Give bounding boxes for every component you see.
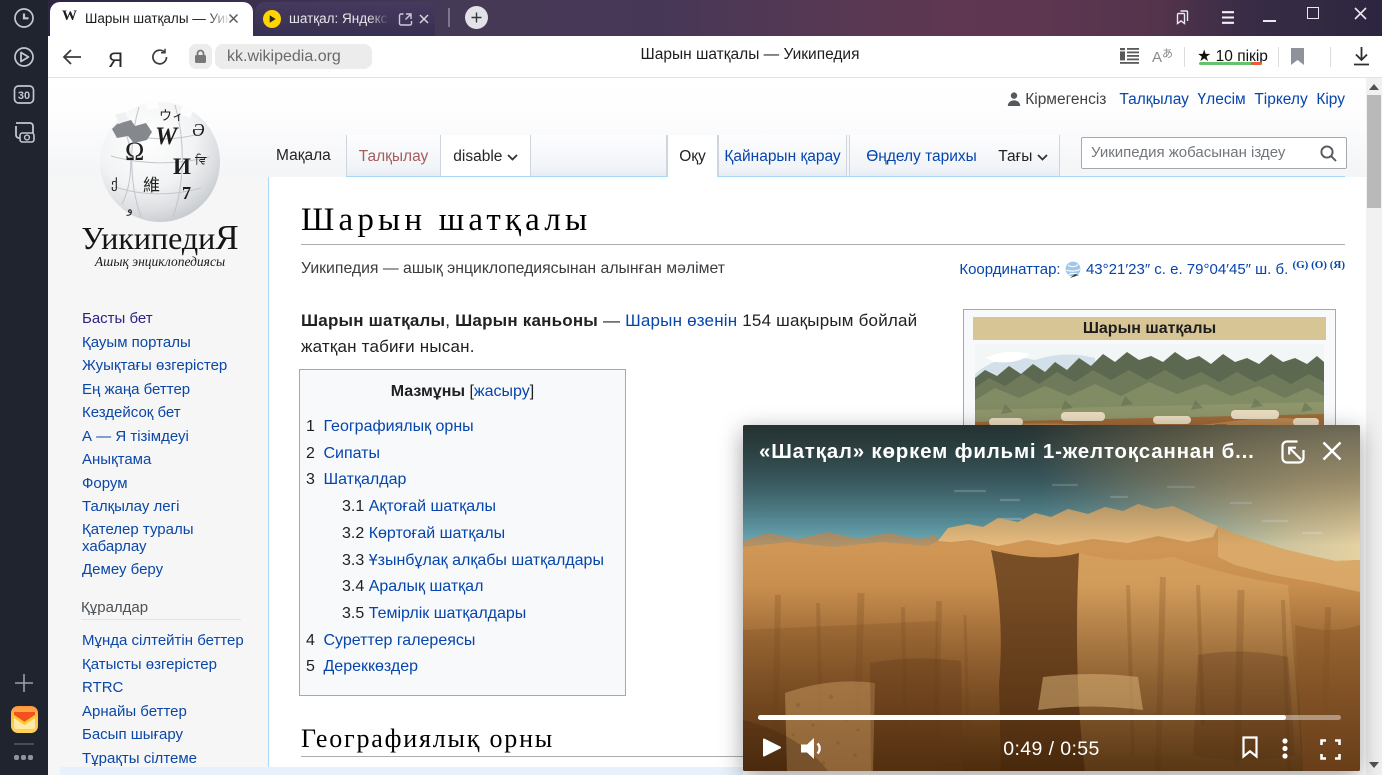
svg-text:30: 30 (18, 90, 30, 102)
svg-text:7: 7 (182, 183, 191, 203)
svg-text:維: 維 (143, 176, 160, 195)
svg-text:ქ: ქ (111, 176, 118, 192)
svg-text:И: И (173, 154, 191, 179)
svg-text:و: و (126, 202, 133, 216)
svg-text:Ә: Ә (192, 120, 205, 140)
svg-text:ਵਿ: ਵਿ (194, 153, 207, 167)
svg-text:ウィ: ウィ (159, 108, 185, 123)
svg-text:W: W (155, 123, 179, 150)
